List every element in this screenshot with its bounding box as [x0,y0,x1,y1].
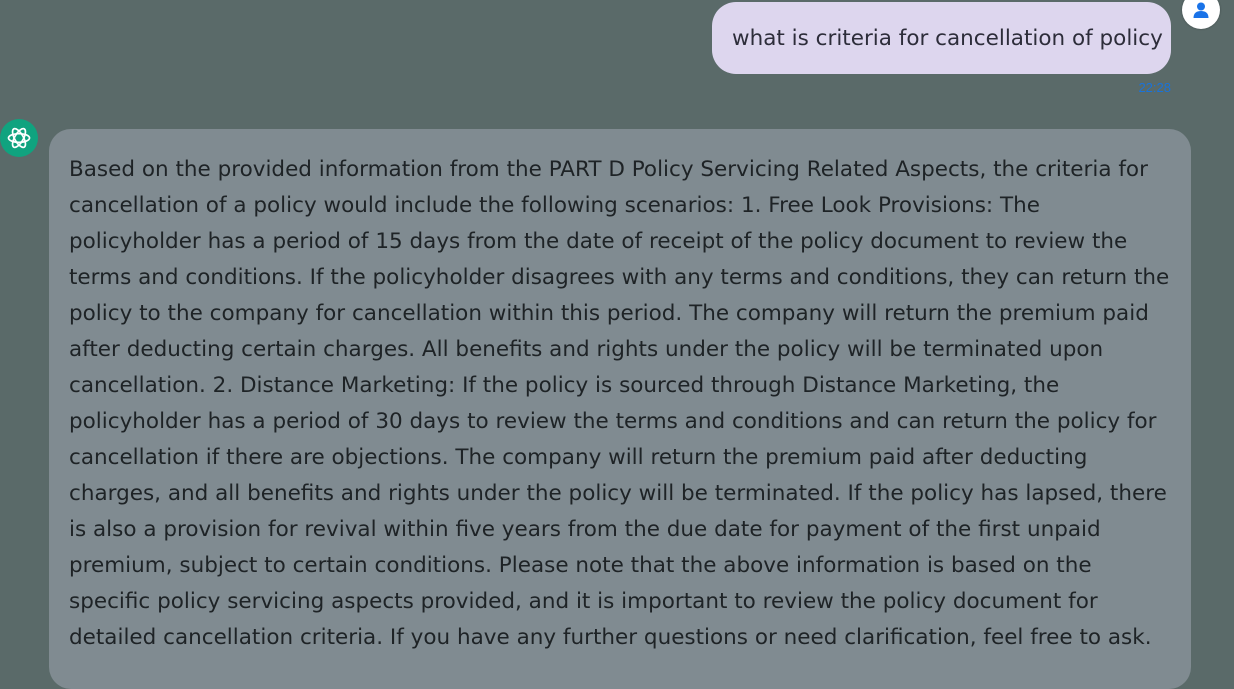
bot-avatar [0,119,38,157]
bot-message-text: Based on the provided information from t… [69,157,1170,650]
user-avatar [1182,0,1220,29]
openai-logo-icon [7,127,31,149]
person-icon [1193,2,1209,18]
message-timestamp: 22:28 [1138,80,1171,95]
user-message-bubble: what is criteria for cancellation of pol… [712,2,1171,74]
bot-message-bubble: Based on the provided information from t… [49,129,1191,689]
user-message-text: what is criteria for cancellation of pol… [732,26,1163,51]
